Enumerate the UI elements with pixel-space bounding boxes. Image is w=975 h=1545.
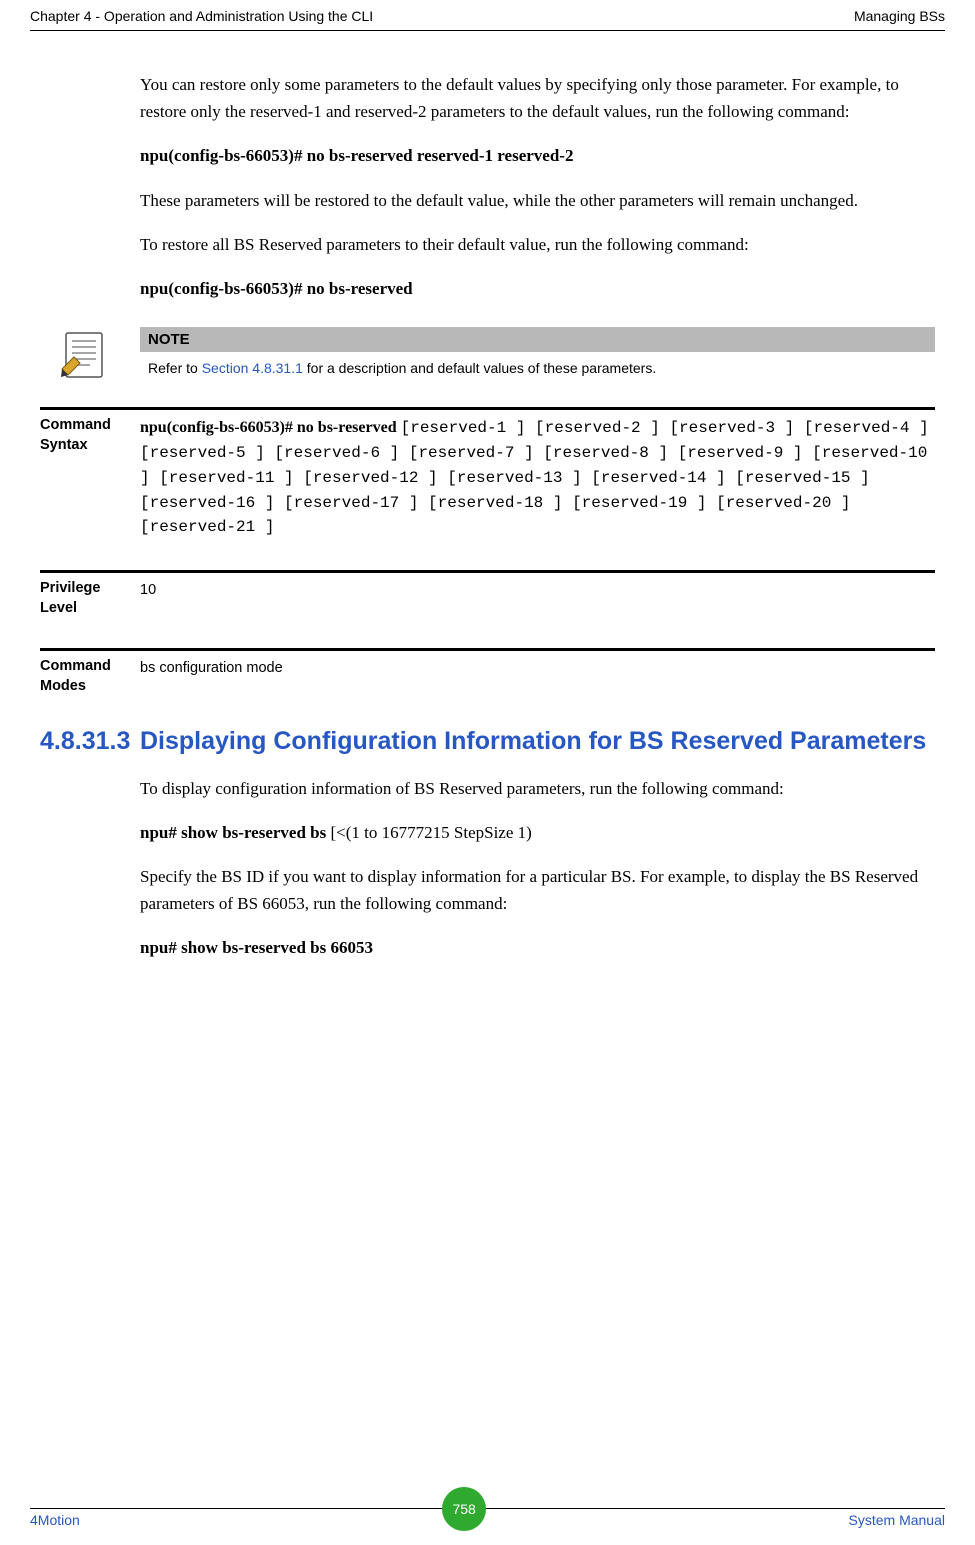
footer-left: 4Motion [30,1512,80,1528]
command-example: npu(config-bs-66053)# no bs-reserved [140,275,935,302]
command-modes-value: bs configuration mode [140,657,935,696]
section-number: 4.8.31.3 [40,726,140,757]
command-example: npu# show bs-reserved bs [<(1 to 1677721… [140,819,935,846]
command-syntax-label: Command Syntax [40,416,140,540]
note-block: NOTE Refer to Section 4.8.31.1 for a des… [60,327,935,379]
syntax-args: [reserved-1 ] [reserved-2 ] [reserved-3 … [140,419,929,536]
section-title: Displaying Configuration Information for… [140,726,935,757]
paragraph: These parameters will be restored to the… [140,187,935,214]
header-left: Chapter 4 - Operation and Administration… [30,8,373,24]
command-example: npu# show bs-reserved bs 66053 [140,934,935,961]
note-section-link[interactable]: Section 4.8.31.1 [202,360,303,376]
main-content: You can restore only some parameters to … [140,71,935,962]
privilege-level-label: Privilege Level [40,579,140,618]
note-text: Refer to Section 4.8.31.1 for a descript… [140,360,935,376]
cmd-rest: [<(1 to 16777215 StepSize 1) [326,823,532,842]
command-example: npu(config-bs-66053)# no bs-reserved res… [140,142,935,169]
note-suffix: for a description and default values of … [303,360,656,376]
paragraph: To display configuration information of … [140,775,935,802]
paragraph: You can restore only some parameters to … [140,71,935,125]
page-footer: 4Motion 758 System Manual [30,1508,945,1531]
paragraph: To restore all BS Reserved parameters to… [140,231,935,258]
definition-table: Command Syntax npu(config-bs-66053)# no … [40,407,935,696]
syntax-bold: npu(config-bs-66053)# no bs-reserved [140,419,401,436]
header-right: Managing BSs [854,8,945,24]
note-title: NOTE [140,327,935,352]
command-syntax-row: Command Syntax npu(config-bs-66053)# no … [40,407,935,540]
page-number-badge: 758 [442,1487,486,1531]
command-modes-row: Command Modes bs configuration mode [40,648,935,696]
footer-right: System Manual [849,1512,945,1528]
privilege-level-value: 10 [140,579,935,618]
note-prefix: Refer to [148,360,202,376]
privilege-level-row: Privilege Level 10 [40,570,935,618]
paragraph: Specify the BS ID if you want to display… [140,863,935,917]
section-heading: 4.8.31.3 Displaying Configuration Inform… [40,726,935,757]
cmd-bold: npu# show bs-reserved bs [140,823,326,842]
note-icon [60,331,110,379]
command-modes-label: Command Modes [40,657,140,696]
command-syntax-value: npu(config-bs-66053)# no bs-reserved [re… [140,416,935,540]
page-header: Chapter 4 - Operation and Administration… [30,0,945,31]
